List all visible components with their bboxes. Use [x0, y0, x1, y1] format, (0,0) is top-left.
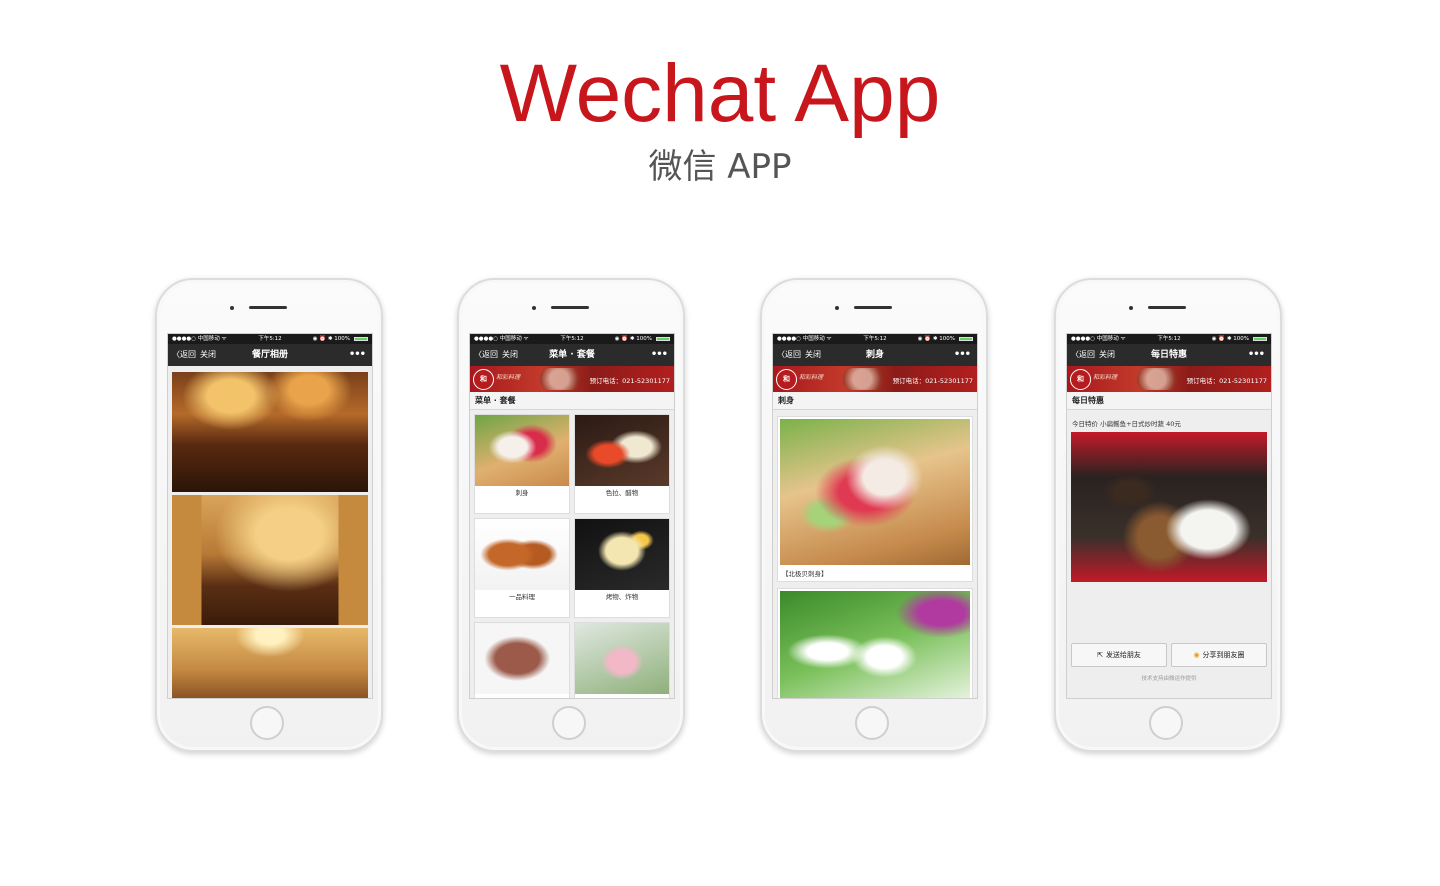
album-photo-1[interactable]: [172, 372, 368, 492]
banner-dish-image: [540, 368, 588, 390]
nav-bar: 〈返回 关闭 餐厅相册 •••: [168, 344, 372, 366]
dish-image: [575, 519, 669, 590]
restaurant-logo: 和: [776, 369, 797, 390]
page-title: Wechat App: [499, 48, 941, 139]
home-button[interactable]: [250, 706, 284, 740]
dish-image: [475, 519, 569, 590]
status-icons: ◉ ⏰ ✱ 100%: [614, 336, 652, 342]
battery-icon: [354, 337, 368, 341]
album-photo-2[interactable]: [172, 495, 368, 625]
nav-bar: 〈返回 关闭 菜单 · 套餐 •••: [470, 344, 674, 366]
tech-support-note: 技术支持由微运作提供: [1141, 676, 1197, 682]
share-moments-label: 分享到朋友圈: [1202, 651, 1245, 659]
speaker-grill: [249, 306, 287, 309]
restaurant-brand: 和彩料理: [496, 374, 521, 381]
restaurant-banner: 和 和彩料理 预订电话：021-52301177: [1067, 366, 1271, 392]
camera-dot: [230, 306, 234, 310]
dish-photo-card[interactable]: 【北极贝刺身】: [777, 416, 973, 582]
speaker-grill: [551, 306, 589, 309]
share-bar: ⇱ 发送给朋友 ◉ 分享到朋友圈: [1067, 643, 1271, 667]
share-moments-button[interactable]: ◉ 分享到朋友圈: [1171, 643, 1267, 667]
battery-icon: [1253, 337, 1267, 341]
dish-image: [575, 415, 669, 486]
banner-dish-image: [843, 368, 891, 390]
restaurant-logo: 和: [1070, 369, 1091, 390]
dish-photo-card[interactable]: [777, 588, 973, 698]
menu-card-salad[interactable]: 色拉、醋物: [574, 414, 670, 514]
section-title: 菜单 · 套餐: [470, 392, 674, 410]
send-to-friend-label: 发送给朋友: [1105, 651, 1141, 659]
menu-card-label: 一品料理: [509, 593, 535, 601]
more-icon[interactable]: •••: [954, 344, 971, 366]
dish-image: [475, 415, 569, 486]
screen-special: ●●●●○ 中国移动 ᯤ 下午5:12 ◉ ⏰ ✱ 100% 〈返回 关闭 每日…: [1066, 333, 1272, 699]
dish-image: [575, 623, 669, 694]
menu-card-label: 烤物、炸物: [605, 593, 639, 601]
section-title: 刺身: [773, 392, 977, 410]
menu-grid: 刺身 色拉、醋物 一品料理 烤物、炸物: [470, 410, 674, 698]
battery-icon: [959, 337, 973, 341]
page-subtitle: 微信 APP: [648, 147, 792, 187]
phone-sashimi: ●●●●○ 中国移动 ᯤ 下午5:12 ◉ ⏰ ✱ 100% 〈返回 关闭 刺身…: [760, 278, 988, 752]
restaurant-logo: 和: [473, 369, 494, 390]
menu-card-octopus[interactable]: [574, 622, 670, 698]
reservation-phone[interactable]: 预订电话：021-52301177: [590, 375, 670, 385]
menu-card-grill[interactable]: 烤物、炸物: [574, 518, 670, 618]
send-to-friend-button[interactable]: ⇱ 发送给朋友: [1071, 643, 1167, 667]
more-icon[interactable]: •••: [1248, 344, 1265, 366]
restaurant-brand: 和彩料理: [799, 374, 824, 381]
nav-title: 刺身: [865, 350, 884, 360]
screen-sashimi: ●●●●○ 中国移动 ᯤ 下午5:12 ◉ ⏰ ✱ 100% 〈返回 关闭 刺身…: [772, 333, 978, 699]
screen-album: ●●●●○ 中国移动 ᯤ 下午5:12 ◉ ⏰ ✱ 100% 〈返回 关闭 餐厅…: [167, 333, 373, 699]
speaker-grill: [854, 306, 892, 309]
home-button[interactable]: [1149, 706, 1183, 740]
dish-image: [475, 623, 569, 694]
phone-special: ●●●●○ 中国移动 ᯤ 下午5:12 ◉ ⏰ ✱ 100% 〈返回 关闭 每日…: [1054, 278, 1282, 752]
album-photo-3[interactable]: [172, 628, 368, 698]
reservation-phone[interactable]: 预订电话：021-52301177: [893, 375, 973, 385]
menu-card-ippin[interactable]: 一品料理: [474, 518, 570, 618]
menu-card-sashimi[interactable]: 刺身: [474, 414, 570, 514]
camera-dot: [532, 306, 536, 310]
restaurant-banner: 和 和彩料理 预订电话：021-52301177: [470, 366, 674, 392]
special-dish-image[interactable]: [1071, 432, 1267, 582]
menu-card-label: 刺身: [515, 489, 529, 497]
dish-image: [780, 419, 970, 565]
moments-icon: ◉: [1193, 651, 1200, 659]
special-description: 今日特价 小扁鳐鱼+日式炒时蔬 40元: [1072, 420, 1181, 428]
banner-dish-image: [1137, 368, 1185, 390]
status-icons: ◉ ⏰ ✱ 100%: [1211, 336, 1249, 342]
section-title: 每日特惠: [1067, 392, 1271, 410]
home-button[interactable]: [552, 706, 586, 740]
nav-title: 每日特惠: [1150, 350, 1187, 360]
battery-icon: [656, 337, 670, 341]
nav-bar: 〈返回 关闭 刺身 •••: [773, 344, 977, 366]
camera-dot: [1129, 306, 1133, 310]
phone-menu: ●●●●○ 中国移动 ᯤ 下午5:12 ◉ ⏰ ✱ 100% 〈返回 关闭 菜单…: [457, 278, 685, 752]
status-bar: ●●●●○ 中国移动 ᯤ 下午5:12 ◉ ⏰ ✱ 100%: [773, 334, 977, 344]
screen-menu: ●●●●○ 中国移动 ᯤ 下午5:12 ◉ ⏰ ✱ 100% 〈返回 关闭 菜单…: [469, 333, 675, 699]
nav-title: 菜单 · 套餐: [549, 350, 595, 360]
speaker-grill: [1148, 306, 1186, 309]
restaurant-brand: 和彩料理: [1093, 374, 1118, 381]
dish-image: [780, 591, 970, 698]
home-button[interactable]: [855, 706, 889, 740]
status-icons: ◉ ⏰ ✱ 100%: [917, 336, 955, 342]
nav-bar: 〈返回 关闭 每日特惠 •••: [1067, 344, 1271, 366]
dish-caption: 【北极贝刺身】: [782, 570, 828, 578]
status-bar: ●●●●○ 中国移动 ᯤ 下午5:12 ◉ ⏰ ✱ 100%: [1067, 334, 1271, 344]
menu-card-label: 色拉、醋物: [605, 489, 639, 497]
phone-album: ●●●●○ 中国移动 ᯤ 下午5:12 ◉ ⏰ ✱ 100% 〈返回 关闭 餐厅…: [155, 278, 383, 752]
camera-dot: [835, 306, 839, 310]
status-icons: ◉ ⏰ ✱ 100%: [312, 336, 350, 342]
share-out-icon: ⇱: [1097, 651, 1103, 659]
status-bar: ●●●●○ 中国移动 ᯤ 下午5:12 ◉ ⏰ ✱ 100%: [168, 334, 372, 344]
reservation-phone[interactable]: 预订电话：021-52301177: [1187, 375, 1267, 385]
more-icon[interactable]: •••: [651, 344, 668, 366]
more-icon[interactable]: •••: [349, 344, 366, 366]
restaurant-banner: 和 和彩料理 预订电话：021-52301177: [773, 366, 977, 392]
nav-title: 餐厅相册: [251, 350, 288, 360]
status-bar: ●●●●○ 中国移动 ᯤ 下午5:12 ◉ ⏰ ✱ 100%: [470, 334, 674, 344]
menu-card-beef[interactable]: [474, 622, 570, 698]
